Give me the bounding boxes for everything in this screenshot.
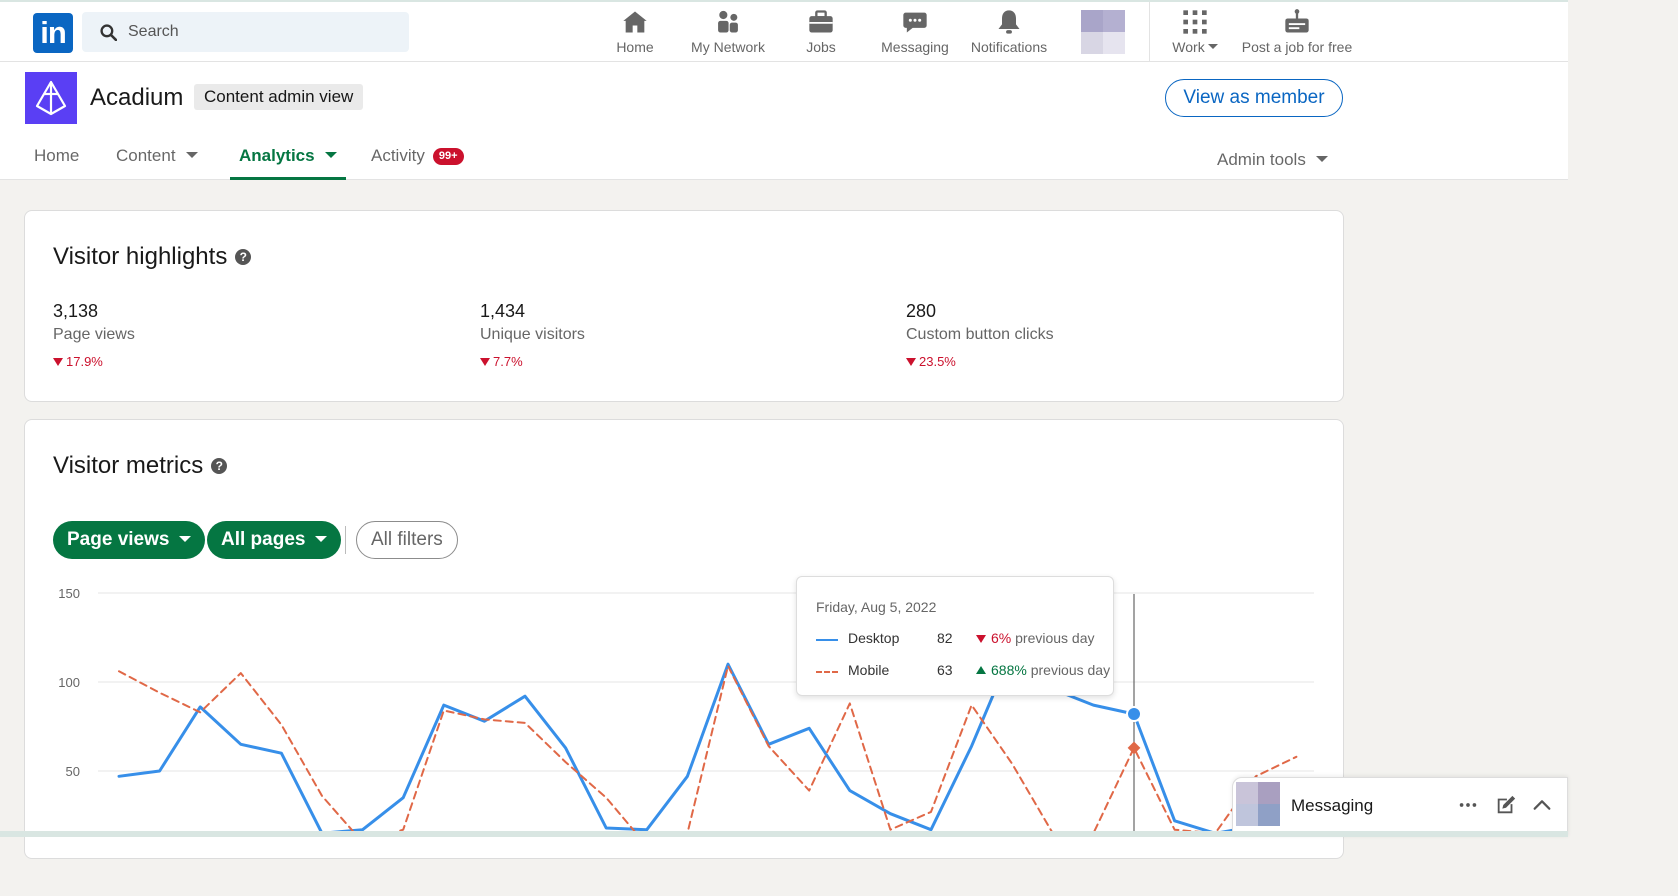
legend-line-desktop — [816, 639, 838, 641]
tooltip-date: Friday, Aug 5, 2022 — [816, 599, 937, 615]
org-logo[interactable] — [25, 72, 77, 124]
nav-messaging[interactable]: Messaging — [879, 8, 951, 60]
me-avatar[interactable] — [1081, 10, 1125, 54]
tooltip-change: 6% previous day — [976, 630, 1095, 646]
chevron-down-icon — [1207, 44, 1218, 49]
messaging-avatar — [1236, 782, 1280, 826]
metric-delta: 17.9% — [53, 354, 135, 369]
trend-down-icon — [906, 358, 916, 366]
tab-content-label: Content — [116, 146, 176, 165]
admin-tools-menu[interactable]: Admin tools — [1217, 142, 1328, 184]
tooltip-series-name: Mobile — [848, 662, 890, 678]
trend-down-icon — [53, 358, 63, 366]
bell-icon — [998, 10, 1020, 34]
metric-unique-visitors: 1,434 Unique visitors 7.7% — [480, 301, 585, 369]
help-icon[interactable]: ? — [235, 249, 252, 265]
global-nav: in Home My Network Jobs Messaging Notifi… — [0, 0, 1568, 62]
chart-tooltip: Friday, Aug 5, 2022 Desktop 82 6% previo… — [796, 576, 1114, 696]
visitor-metrics-card: Visitor metrics? Page views All pages Al… — [24, 419, 1344, 859]
metric-value: 3,138 — [53, 301, 99, 321]
nav-notifications[interactable]: Notifications — [967, 8, 1051, 60]
admin-tools-label: Admin tools — [1217, 150, 1306, 169]
nav-my-network-label: My Network — [691, 39, 765, 55]
tooltip-series-value: 82 — [937, 630, 953, 646]
nav-divider — [1149, 2, 1150, 62]
metric-label: Custom button clicks — [906, 326, 1054, 343]
nav-home-label: Home — [616, 39, 654, 55]
tab-activity-label: Activity — [371, 146, 425, 165]
visitor-highlights-card: Visitor highlights? 3,138 Page views 17.… — [24, 210, 1344, 402]
search-box[interactable] — [82, 12, 409, 52]
visitor-highlights-title: Visitor highlights? — [53, 243, 252, 271]
messaging-title: Messaging — [1291, 796, 1374, 815]
pages-dropdown[interactable]: All pages — [207, 521, 342, 559]
all-filters-button[interactable]: All filters — [356, 521, 458, 559]
messaging-overlay[interactable]: Messaging — [1232, 777, 1568, 837]
tab-home-label: Home — [34, 146, 80, 165]
tab-home[interactable]: Home — [34, 138, 79, 180]
chevron-up-icon[interactable] — [1531, 794, 1553, 816]
metric-delta: 7.7% — [480, 354, 585, 369]
view-as-member-button[interactable]: View as member — [1165, 79, 1343, 117]
chevron-down-icon — [315, 536, 328, 542]
filter-divider — [345, 526, 346, 554]
search-input[interactable] — [128, 12, 398, 52]
help-icon[interactable]: ? — [211, 458, 228, 474]
metric-label: Page views — [53, 326, 135, 343]
bottom-edge — [0, 831, 1568, 837]
nav-post-job[interactable]: Post a job for free — [1240, 8, 1354, 60]
grid-icon — [1183, 10, 1207, 34]
tab-activity[interactable]: Activity 99+ — [371, 138, 464, 180]
tooltip-series-value: 63 — [937, 662, 953, 678]
notification-count-badge: 99+ — [432, 148, 464, 165]
trend-up-icon — [976, 666, 986, 674]
nav-notifications-label: Notifications — [970, 39, 1048, 55]
metric-value: 280 — [906, 301, 937, 321]
trend-down-icon — [480, 358, 490, 366]
acadium-logo-icon — [35, 80, 67, 116]
chevron-down-icon — [1315, 156, 1328, 162]
more-options-icon[interactable] — [1457, 794, 1479, 816]
metric-label: Unique visitors — [480, 326, 585, 343]
nav-jobs-label: Jobs — [806, 39, 836, 55]
search-icon — [100, 24, 117, 41]
tab-content[interactable]: Content — [116, 138, 198, 180]
chevron-down-icon — [185, 152, 198, 158]
chevron-down-icon — [179, 536, 192, 542]
chat-icon — [903, 12, 927, 33]
org-name[interactable]: Acadium — [90, 84, 183, 112]
tab-analytics[interactable]: Analytics — [230, 138, 346, 180]
network-icon — [718, 10, 738, 33]
nav-jobs[interactable]: Jobs — [804, 8, 838, 60]
nav-my-network[interactable]: My Network — [688, 8, 768, 60]
tooltip-series-name: Desktop — [848, 630, 900, 646]
metric-value: 1,434 — [480, 301, 526, 321]
compose-icon[interactable] — [1495, 794, 1517, 816]
nav-home[interactable]: Home — [612, 8, 658, 60]
nav-messaging-label: Messaging — [881, 39, 949, 55]
metric-dropdown[interactable]: Page views — [53, 521, 206, 559]
metric-delta: 23.5% — [906, 354, 1054, 369]
linkedin-logo[interactable]: in — [33, 13, 73, 53]
nav-work[interactable]: Work — [1168, 8, 1222, 60]
legend-line-mobile — [816, 671, 838, 673]
metric-page-views: 3,138 Page views 17.9% — [53, 301, 135, 369]
post-job-icon — [1285, 9, 1309, 33]
briefcase-icon — [809, 10, 833, 33]
org-header: Acadium Content admin view View as membe… — [0, 62, 1568, 180]
metric-custom-button-clicks: 280 Custom button clicks 23.5% — [906, 301, 1054, 369]
nav-post-job-label: Post a job for free — [1241, 39, 1353, 55]
admin-view-badge: Content admin view — [194, 84, 364, 110]
chevron-down-icon — [324, 152, 337, 158]
nav-work-label: Work — [1168, 39, 1222, 55]
tab-analytics-label: Analytics — [239, 146, 315, 165]
home-icon — [623, 11, 647, 33]
visitor-metrics-title: Visitor metrics? — [53, 452, 228, 480]
tooltip-change: 688% previous day — [976, 662, 1110, 678]
trend-down-icon — [976, 635, 986, 643]
